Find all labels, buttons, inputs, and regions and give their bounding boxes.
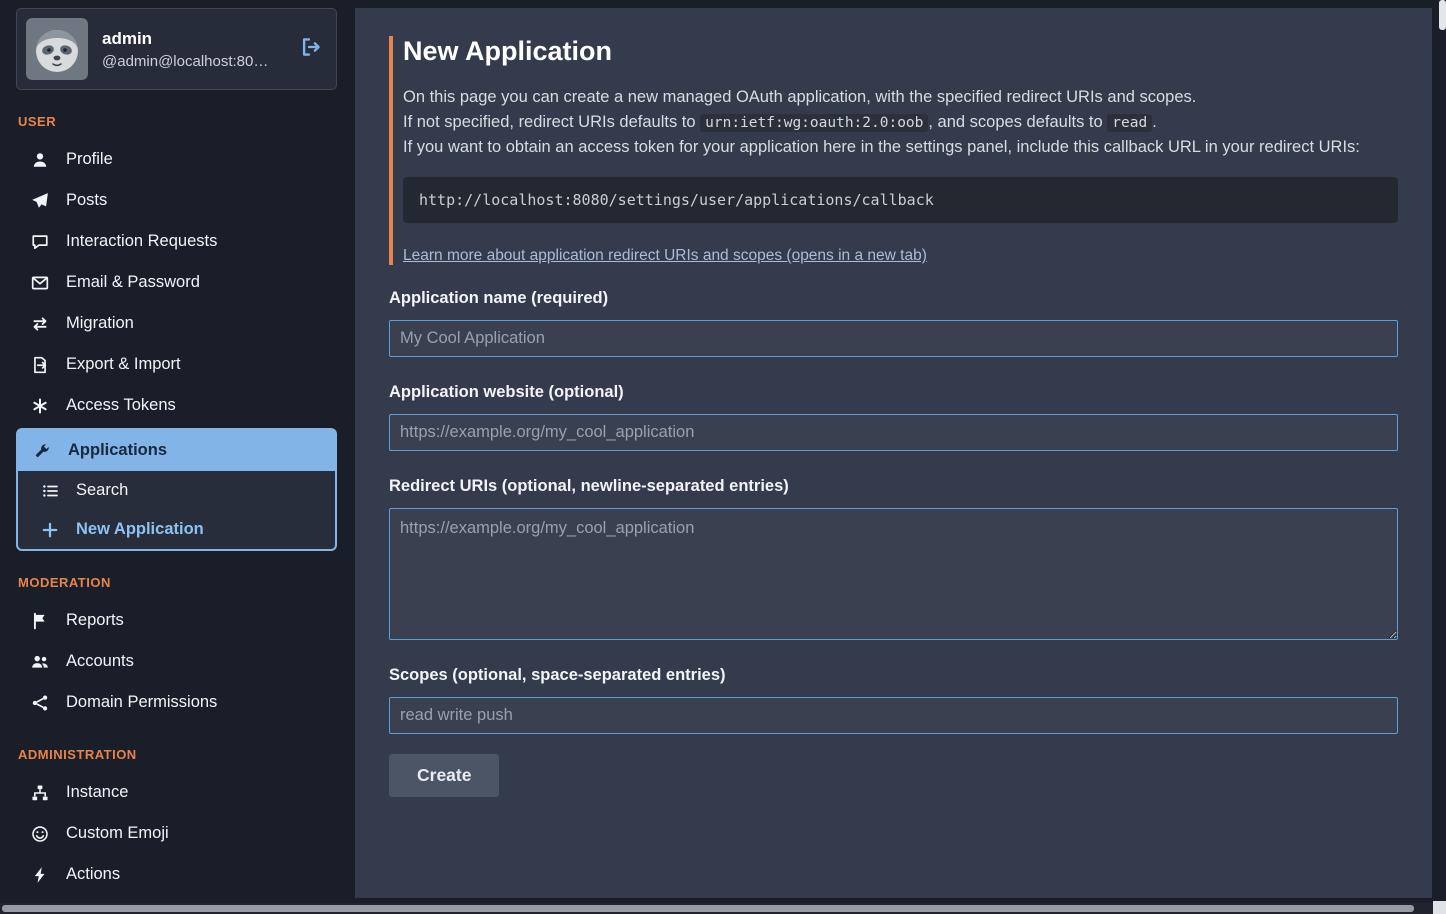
user-meta: admin @admin@localhost:80… — [102, 29, 284, 70]
sidebar: admin @admin@localhost:80… USER Profile — [0, 0, 355, 914]
sidebar-item-custom-emoji[interactable]: Custom Emoji — [16, 813, 337, 854]
sidebar-item-reports[interactable]: Reports — [16, 600, 337, 641]
intro-block: New Application On this page you can cre… — [389, 36, 1398, 265]
intro-line-2: If not specified, redirect URIs defaults… — [403, 110, 1398, 135]
read-code: read — [1107, 114, 1152, 132]
page-title: New Application — [403, 36, 1398, 67]
sidebar-item-profile[interactable]: Profile — [16, 139, 337, 180]
sidebar-item-label: Search — [76, 481, 128, 500]
wrench-icon — [32, 442, 52, 460]
intro-line-2-post: . — [1152, 113, 1157, 131]
main-panel: New Application On this page you can cre… — [355, 8, 1432, 898]
oob-code: urn:ietf:wg:oauth:2.0:oob — [700, 114, 928, 132]
learn-more-link[interactable]: Learn more about application redirect UR… — [403, 247, 927, 264]
sidebar-item-label: Custom Emoji — [66, 824, 169, 843]
flag-icon — [30, 612, 50, 630]
application-website-field-group: Application website (optional) — [389, 383, 1398, 451]
smiley-icon — [30, 825, 50, 843]
sidebar-item-accounts[interactable]: Accounts — [16, 641, 337, 682]
application-name-label: Application name (required) — [389, 289, 1398, 308]
user-handle: @admin@localhost:80… — [102, 53, 280, 70]
intro-line-3: If you want to obtain an access token fo… — [403, 135, 1398, 160]
bolt-icon — [30, 866, 50, 884]
scrollbar-corner — [1433, 901, 1446, 914]
sidebar-item-label: Domain Permissions — [66, 693, 217, 712]
transfer-arrows-icon — [30, 315, 50, 333]
scopes-field-group: Scopes (optional, space-separated entrie… — [389, 666, 1398, 734]
share-nodes-icon — [30, 694, 50, 712]
sidebar-item-new-application[interactable]: New Application — [18, 510, 335, 549]
intro-line-1: On this page you can create a new manage… — [403, 85, 1398, 110]
sidebar-item-actions[interactable]: Actions — [16, 854, 337, 895]
settings-app: admin @admin@localhost:80… USER Profile — [0, 0, 1446, 914]
sidebar-item-label: Accounts — [66, 652, 134, 671]
user-card: admin @admin@localhost:80… — [16, 8, 337, 90]
sidebar-item-label: Reports — [66, 611, 124, 630]
sidebar-item-migration[interactable]: Migration — [16, 303, 337, 344]
new-application-form: Application name (required) Application … — [389, 289, 1398, 797]
vertical-scrollbar-thumb[interactable] — [1439, 0, 1446, 30]
sidebar-item-email-password[interactable]: Email & Password — [16, 262, 337, 303]
horizontal-scrollbar[interactable] — [0, 903, 1446, 914]
section-label-user: USER — [18, 114, 337, 129]
intro-line-2-pre: If not specified, redirect URIs defaults… — [403, 113, 700, 131]
create-button[interactable]: Create — [389, 754, 499, 797]
user-name: admin — [102, 29, 284, 49]
avatar — [26, 18, 88, 80]
sidebar-item-label: Interaction Requests — [66, 232, 217, 251]
file-export-icon — [30, 356, 50, 374]
sidebar-item-posts[interactable]: Interaction Requests Posts — [16, 180, 337, 221]
logout-icon[interactable] — [298, 34, 324, 65]
application-website-input[interactable] — [389, 414, 1398, 451]
sidebar-item-label: Posts — [66, 191, 107, 210]
vertical-scrollbar[interactable] — [1439, 0, 1446, 914]
callback-url-codeblock: http://localhost:8080/settings/user/appl… — [403, 177, 1398, 223]
sitemap-icon — [30, 784, 50, 802]
sidebar-item-label: Profile — [66, 150, 113, 169]
application-name-field-group: Application name (required) — [389, 289, 1398, 357]
sidebar-item-label: Applications — [68, 441, 167, 460]
sidebar-item-interaction-requests[interactable]: Interaction Requests — [16, 221, 337, 262]
sidebar-item-label: New Application — [76, 520, 204, 539]
sidebar-item-access-tokens[interactable]: Access Tokens — [16, 385, 337, 426]
sidebar-item-label: Export & Import — [66, 355, 181, 374]
section-label-moderation: MODERATION — [18, 575, 337, 590]
sidebar-item-applications-search[interactable]: Search — [18, 471, 335, 510]
sidebar-item-applications[interactable]: Applications — [18, 430, 335, 471]
sidebar-nav: USER Profile Interaction Requests Posts … — [16, 114, 337, 895]
scopes-input[interactable] — [389, 697, 1398, 734]
intro-line-2-mid: , and scopes defaults to — [928, 113, 1107, 131]
redirect-uris-field-group: Redirect URIs (optional, newline-separat… — [389, 477, 1398, 640]
redirect-uris-textarea[interactable] — [389, 508, 1398, 640]
sidebar-item-label: Instance — [66, 783, 128, 802]
applications-group: Applications Search New Application — [16, 428, 337, 551]
users-icon — [30, 653, 50, 671]
scopes-label: Scopes (optional, space-separated entrie… — [389, 666, 1398, 685]
sidebar-item-export-import[interactable]: Export & Import — [16, 344, 337, 385]
application-name-input[interactable] — [389, 320, 1398, 357]
envelope-icon — [30, 274, 50, 292]
application-website-label: Application website (optional) — [389, 383, 1398, 402]
user-icon — [30, 151, 50, 169]
certificate-icon — [30, 397, 50, 415]
sidebar-item-instance[interactable]: Instance — [16, 772, 337, 813]
sidebar-item-label: Email & Password — [66, 273, 200, 292]
plus-icon — [40, 521, 60, 539]
comment-icon — [30, 233, 50, 251]
sidebar-item-label: Migration — [66, 314, 134, 333]
section-label-administration: ADMINISTRATION — [18, 747, 337, 762]
sidebar-item-label: Access Tokens — [66, 396, 176, 415]
paper-plane-icon — [30, 192, 50, 210]
horizontal-scrollbar-thumb[interactable] — [2, 905, 1414, 912]
sidebar-item-domain-permissions[interactable]: Domain Permissions — [16, 682, 337, 723]
list-icon — [40, 482, 60, 500]
redirect-uris-label: Redirect URIs (optional, newline-separat… — [389, 477, 1398, 496]
sidebar-item-label: Actions — [66, 865, 120, 884]
